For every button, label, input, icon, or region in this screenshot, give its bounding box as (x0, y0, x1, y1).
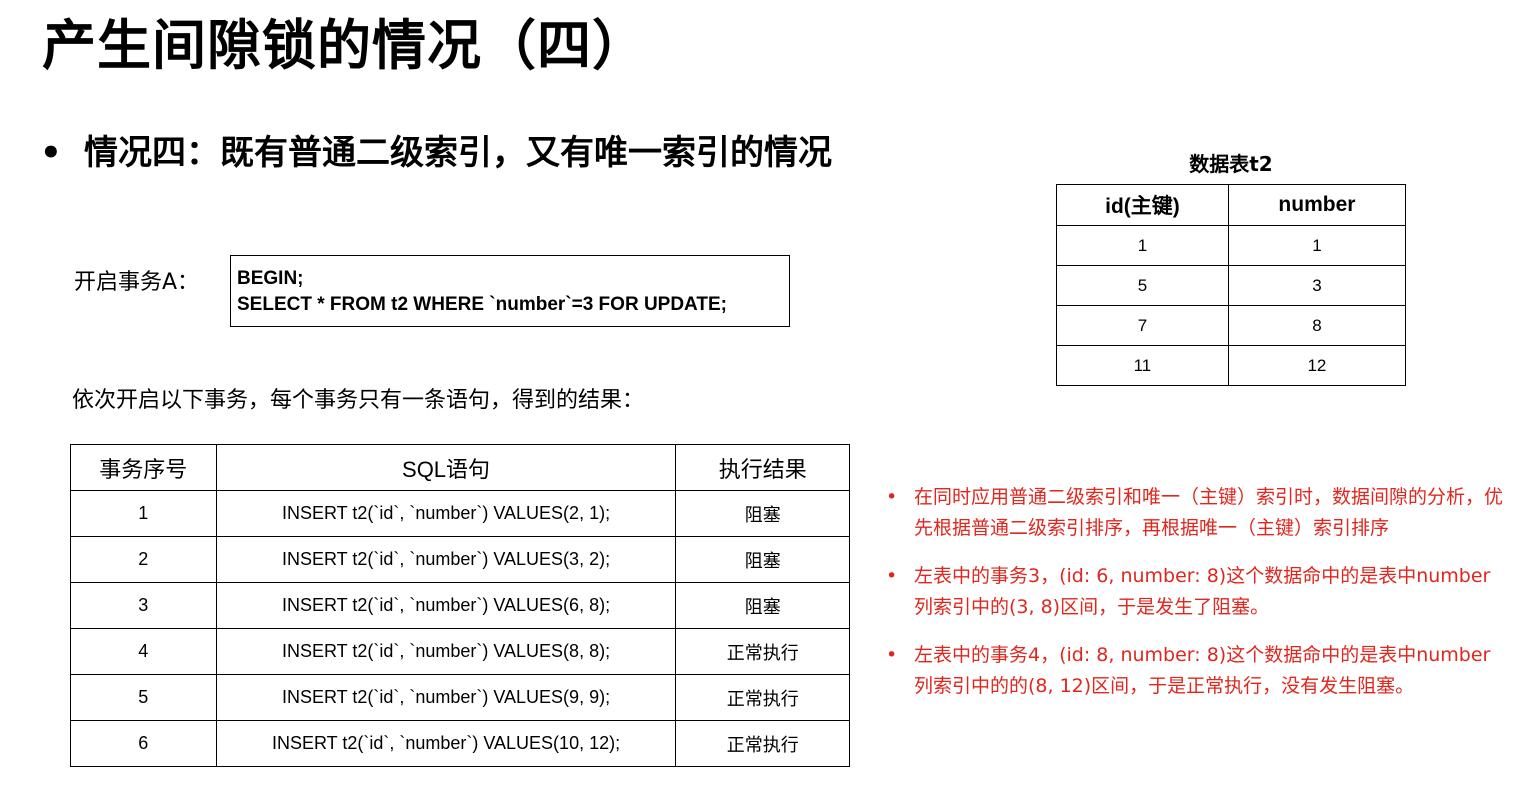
note-bullet-icon: • (886, 486, 898, 508)
code-line-select: SELECT * FROM t2 WHERE `number`=3 FOR UP… (237, 294, 727, 315)
t2-cell-number: 8 (1227, 305, 1407, 346)
t2-data-table: id(主键) number 1 1 5 3 7 8 11 12 (1056, 184, 1407, 386)
code-line-begin: BEGIN; (237, 268, 304, 289)
t2-cell-number: 1 (1227, 225, 1407, 266)
t2-header-row: id(主键) number (1056, 184, 1407, 226)
t2-cell-number: 12 (1227, 345, 1407, 386)
cell-sql: INSERT t2(`id`, `number`) VALUES(6, 8); (215, 582, 677, 629)
heading-bullet: • 情况四：既有普通二级索引，又有唯一索引的情况 (40, 130, 940, 176)
note-item: • 左表中的事务4，(id: 8, number: 8)这个数据命中的是表中nu… (886, 640, 1506, 702)
cell-tx-number: 3 (70, 582, 217, 629)
bullet-heading-text: 情况四：既有普通二级索引，又有唯一索引的情况 (84, 133, 832, 173)
transactions-table: 事务序号 SQL语句 执行结果 1 INSERT t2(`id`, `numbe… (70, 444, 850, 767)
t2-cell-number: 3 (1227, 265, 1407, 306)
cell-tx-number: 5 (70, 674, 217, 721)
table-row: 2 INSERT t2(`id`, `number`) VALUES(3, 2)… (70, 536, 850, 583)
table-header-row: 事务序号 SQL语句 执行结果 (70, 444, 850, 491)
cell-sql: INSERT t2(`id`, `number`) VALUES(9, 9); (215, 674, 677, 721)
cell-tx-number: 2 (70, 536, 217, 583)
cell-result: 阻塞 (675, 582, 850, 629)
cell-result: 正常执行 (675, 674, 850, 721)
note-bullet-icon: • (886, 644, 898, 666)
cell-sql: INSERT t2(`id`, `number`) VALUES(2, 1); (215, 490, 677, 537)
table-row: 11 12 (1056, 345, 1407, 386)
note-item: • 在同时应用普通二级索引和唯一（主键）索引时，数据间隙的分析，优先根据普通二级… (886, 482, 1506, 544)
t2-cell-id: 1 (1056, 225, 1229, 266)
intro-text: 依次开启以下事务，每个事务只有一条语句，得到的结果： (72, 388, 645, 413)
note-text: 在同时应用普通二级索引和唯一（主键）索引时，数据间隙的分析，优先根据普通二级索引… (914, 486, 1504, 539)
cell-sql: INSERT t2(`id`, `number`) VALUES(3, 2); (215, 536, 677, 583)
table-row: 1 1 (1056, 225, 1407, 266)
note-text: 左表中的事务3，(id: 6, number: 8)这个数据命中的是表中numb… (914, 565, 1491, 618)
notes-list: • 在同时应用普通二级索引和唯一（主键）索引时，数据间隙的分析，优先根据普通二级… (886, 482, 1506, 719)
cell-result: 阻塞 (675, 536, 850, 583)
t2-cell-id: 11 (1056, 345, 1229, 386)
t2-header-id: id(主键) (1056, 184, 1229, 226)
header-result: 执行结果 (675, 444, 850, 491)
table-row: 1 INSERT t2(`id`, `number`) VALUES(2, 1)… (70, 490, 850, 537)
cell-result: 阻塞 (675, 490, 850, 537)
table-row: 7 8 (1056, 305, 1407, 346)
cell-result: 正常执行 (675, 720, 850, 767)
table-row: 5 INSERT t2(`id`, `number`) VALUES(9, 9)… (70, 674, 850, 721)
header-sql: SQL语句 (215, 444, 677, 491)
cell-tx-number: 4 (70, 628, 217, 675)
t2-table-caption: 数据表t2 (1189, 152, 1273, 176)
cell-sql: INSERT t2(`id`, `number`) VALUES(8, 8); (215, 628, 677, 675)
t2-header-number: number (1227, 184, 1407, 226)
cell-sql: INSERT t2(`id`, `number`) VALUES(10, 12)… (215, 720, 677, 767)
transaction-a-code-box: BEGIN; SELECT * FROM t2 WHERE `number`=3… (230, 255, 790, 327)
table-row: 5 3 (1056, 265, 1407, 306)
cell-tx-number: 6 (70, 720, 217, 767)
table-row: 4 INSERT t2(`id`, `number`) VALUES(8, 8)… (70, 628, 850, 675)
note-bullet-icon: • (886, 565, 898, 587)
cell-tx-number: 1 (70, 490, 217, 537)
note-text: 左表中的事务4，(id: 8, number: 8)这个数据命中的是表中numb… (914, 644, 1491, 697)
bullet-dot-icon: • (40, 133, 62, 173)
t2-cell-id: 7 (1056, 305, 1229, 346)
transaction-a-label: 开启事务A： (74, 270, 200, 295)
table-row: 3 INSERT t2(`id`, `number`) VALUES(6, 8)… (70, 582, 850, 629)
note-item: • 左表中的事务3，(id: 6, number: 8)这个数据命中的是表中nu… (886, 561, 1506, 623)
cell-result: 正常执行 (675, 628, 850, 675)
table-row: 6 INSERT t2(`id`, `number`) VALUES(10, 1… (70, 720, 850, 767)
t2-cell-id: 5 (1056, 265, 1229, 306)
header-tx-number: 事务序号 (70, 444, 217, 491)
page-title: 产生间隙锁的情况（四） (42, 14, 647, 77)
